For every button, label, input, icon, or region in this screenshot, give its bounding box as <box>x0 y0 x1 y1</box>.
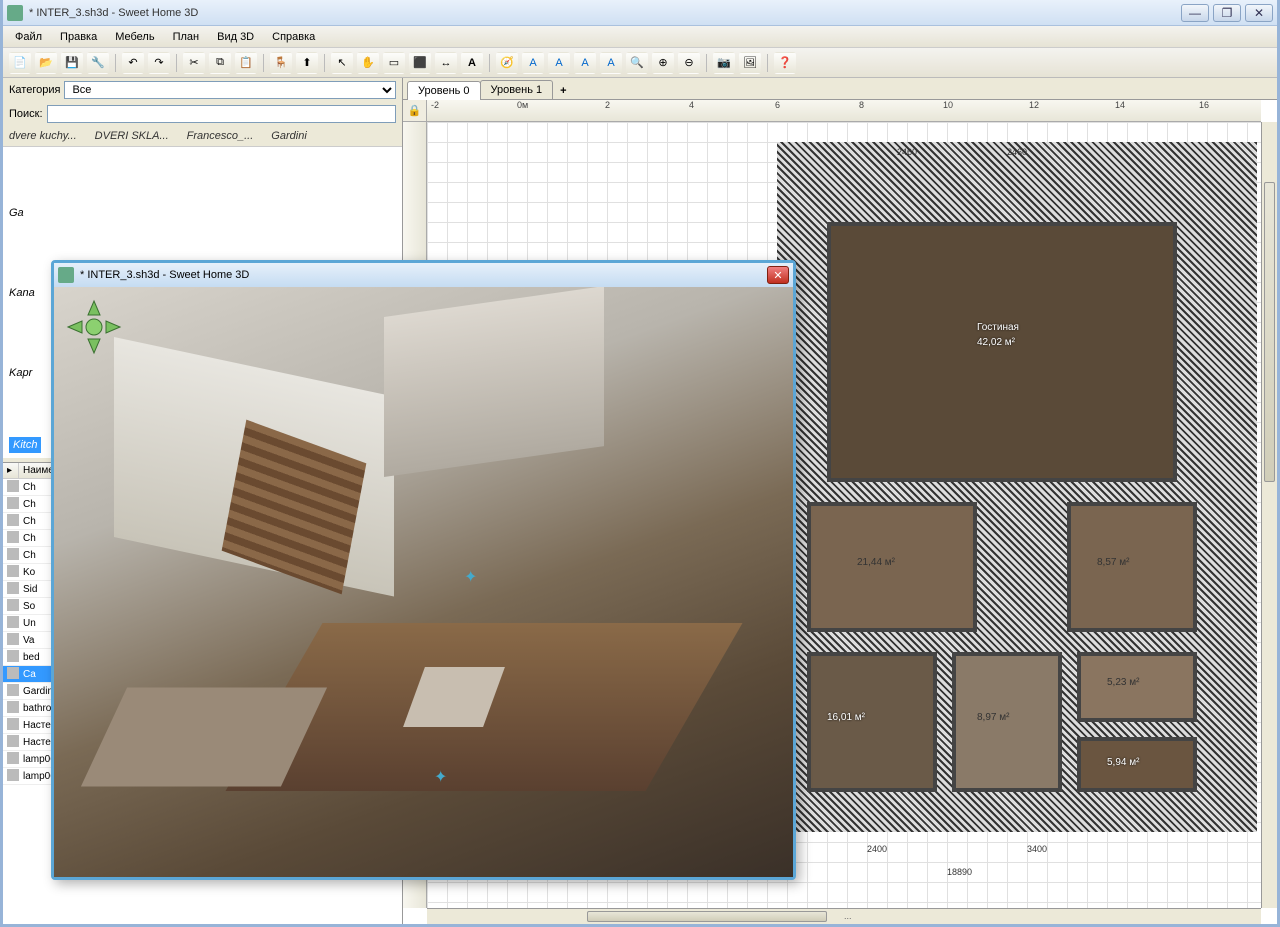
pan-icon[interactable]: ✋ <box>357 52 379 74</box>
undo-icon[interactable]: ↶ <box>122 52 144 74</box>
category-select[interactable]: Все <box>64 81 396 99</box>
view3d-close-button[interactable]: ✕ <box>767 266 789 284</box>
menu-3dview[interactable]: Вид 3D <box>209 28 262 46</box>
import-icon[interactable]: ⬆ <box>296 52 318 74</box>
ruler-corner: 🔒 <box>403 100 427 122</box>
titlebar[interactable]: * INTER_3.sh3d - Sweet Home 3D — ❐ ✕ <box>3 0 1277 26</box>
wall-icon[interactable]: ▭ <box>383 52 405 74</box>
zoom-in-icon[interactable]: ⊕ <box>652 52 674 74</box>
scrollbar-horizontal[interactable]: ... <box>427 908 1261 924</box>
room-area: 5,94 м² <box>1107 757 1139 768</box>
menubar: Файл Правка Мебель План Вид 3D Справка <box>3 26 1277 48</box>
room-area-living: 42,02 м² <box>977 337 1015 348</box>
catalog-header: dvere kuchy... DVERI SKLA... Francesco_.… <box>3 126 402 147</box>
cut-icon[interactable]: ✂ <box>183 52 205 74</box>
menu-plan[interactable]: План <box>165 28 208 46</box>
catalog-col: Francesco_... <box>187 130 254 142</box>
catalog-col: dvere kuchy... <box>9 130 77 142</box>
lock-icon[interactable]: 🔒 <box>408 104 422 117</box>
help-icon[interactable]: ❓ <box>774 52 796 74</box>
btn-a4-icon[interactable]: A <box>600 52 622 74</box>
tab-level-1[interactable]: Уровень 1 <box>480 80 554 99</box>
main-window: * INTER_3.sh3d - Sweet Home 3D — ❐ ✕ Фай… <box>0 0 1280 927</box>
camera-icon[interactable]: 📷 <box>713 52 735 74</box>
save-icon[interactable]: 💾 <box>61 52 83 74</box>
menu-edit[interactable]: Правка <box>52 28 105 46</box>
new-icon[interactable]: 📄 <box>9 52 31 74</box>
photo-icon[interactable]: 🖼 <box>739 52 761 74</box>
room-area: 8,97 м² <box>977 712 1009 723</box>
compass-icon[interactable]: 🧭 <box>496 52 518 74</box>
view3d-canvas[interactable]: ✦ ✦ <box>54 287 793 877</box>
catalog-label-selected[interactable]: Kitch <box>9 437 41 453</box>
add-furniture-icon[interactable]: 🪑 <box>270 52 292 74</box>
btn-a3-icon[interactable]: A <box>574 52 596 74</box>
room-area: 5,23 м² <box>1107 677 1139 688</box>
app-icon <box>7 5 23 21</box>
dim-icon[interactable]: ↔ <box>435 52 457 74</box>
search-input[interactable] <box>47 105 396 123</box>
select-icon[interactable]: ↖ <box>331 52 353 74</box>
scrollbar-vertical[interactable] <box>1261 122 1277 908</box>
window-title: * INTER_3.sh3d - Sweet Home 3D <box>29 7 1181 19</box>
room-icon[interactable]: ⬛ <box>409 52 431 74</box>
view3d-title: * INTER_3.sh3d - Sweet Home 3D <box>80 269 767 281</box>
ruler-horizontal: -2 0м 2 4 6 8 10 12 14 16 <box>427 100 1261 122</box>
zoom-out-icon[interactable]: ⊖ <box>678 52 700 74</box>
prefs-icon[interactable]: 🔧 <box>87 52 109 74</box>
catalog-col: Gardini <box>271 130 306 142</box>
menu-file[interactable]: Файл <box>7 28 50 46</box>
catalog-col: DVERI SKLA... <box>95 130 169 142</box>
copy-icon[interactable]: ⧉ <box>209 52 231 74</box>
redo-icon[interactable]: ↷ <box>148 52 170 74</box>
view3d-titlebar[interactable]: * INTER_3.sh3d - Sweet Home 3D ✕ <box>54 263 793 287</box>
room-label-living: Гостиная <box>977 322 1019 333</box>
view3d-window[interactable]: * INTER_3.sh3d - Sweet Home 3D ✕ <box>51 260 796 880</box>
app-icon <box>58 267 74 283</box>
catalog-label: Ga <box>9 207 24 219</box>
paste-icon[interactable]: 📋 <box>235 52 257 74</box>
level-tabs: Уровень 0 Уровень 1 + <box>403 78 1277 100</box>
tab-add-level[interactable]: + <box>552 83 574 99</box>
maximize-button[interactable]: ❐ <box>1213 4 1241 22</box>
close-button[interactable]: ✕ <box>1245 4 1273 22</box>
open-icon[interactable]: 📂 <box>35 52 57 74</box>
zoom-fit-icon[interactable]: 🔍 <box>626 52 648 74</box>
minimize-button[interactable]: — <box>1181 4 1209 22</box>
toolbar: 📄 📂 💾 🔧 ↶ ↷ ✂ ⧉ 📋 🪑 ⬆ ↖ ✋ ▭ ⬛ ↔ A 🧭 A A … <box>3 48 1277 78</box>
menu-furniture[interactable]: Мебель <box>107 28 162 46</box>
btn-a1-icon[interactable]: A <box>522 52 544 74</box>
category-label: Категория <box>9 84 60 96</box>
text-icon[interactable]: A <box>461 52 483 74</box>
menu-help[interactable]: Справка <box>264 28 323 46</box>
room-area: 21,44 м² <box>857 557 895 568</box>
catalog-label: Kapr <box>9 367 32 379</box>
room-area: 8,57 м² <box>1097 557 1129 568</box>
tab-level-0[interactable]: Уровень 0 <box>407 81 481 100</box>
catalog-label: Kana <box>9 287 35 299</box>
room-area: 16,01 м² <box>827 712 865 723</box>
btn-a2-icon[interactable]: A <box>548 52 570 74</box>
search-label: Поиск: <box>9 108 43 120</box>
main-area: Категория Все Поиск: dvere kuchy... DVER… <box>3 78 1277 924</box>
